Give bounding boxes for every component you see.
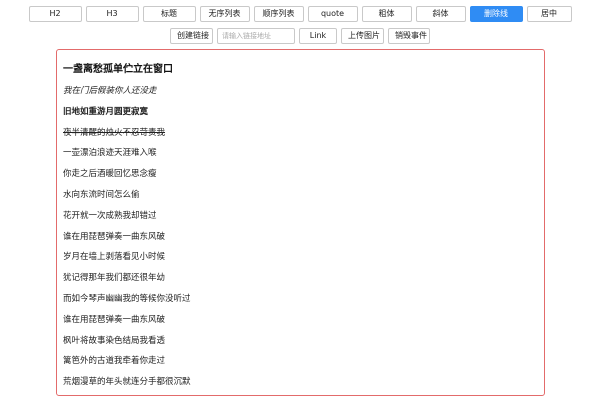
- editor-italic-line: 我在门后假装你人还没走: [63, 86, 157, 96]
- editor-line: 枫叶将故事染色结局我看透: [63, 335, 166, 346]
- title-button[interactable]: 标题: [142, 6, 196, 22]
- editor-strikethrough-line: 夜半清醒的烛火不忍苛责我: [63, 127, 166, 138]
- editor-heading: 一盏离愁孤单伫立在窗口: [63, 64, 173, 75]
- editor-line: 花开就一次成熟我却错过: [63, 210, 157, 221]
- quote-button[interactable]: quote: [307, 6, 358, 22]
- editor-line: 荒烟漫草的年头就连分手都很沉默: [63, 377, 191, 388]
- toolbar-row-formatting: H2 H3 标题 无序列表 顺序列表 quote 粗体 斜体 删除线 居中: [0, 6, 600, 22]
- editor-line: 一壶漂泊浪迹天涯难入喉: [63, 148, 157, 159]
- editor-line: 你走之后酒暖回忆思念瘦: [63, 169, 157, 180]
- editor-line: 而如今琴声幽幽我的等候你没听过: [63, 293, 191, 304]
- center-align-button[interactable]: 居中: [526, 6, 572, 22]
- editor-bold-line: 旧地如重游月圆更寂寞: [63, 106, 149, 117]
- editor-line: 水向东流时间怎么偷: [63, 189, 140, 200]
- rich-text-editor[interactable]: 一盏离愁孤单伫立在窗口 我在门后假装你人还没走 旧地如重游月圆更寂寞 夜半清醒的…: [56, 49, 545, 396]
- editor-line: 谁在用琵琶弹奏一曲东风破: [63, 231, 166, 242]
- editor-line: 谁在用琵琶弹奏一曲东风破: [63, 314, 166, 325]
- destroy-event-button[interactable]: 销毁事件: [388, 28, 430, 44]
- bold-button[interactable]: 粗体: [361, 6, 412, 22]
- create-link-button[interactable]: 创建链接: [170, 28, 213, 44]
- upload-image-button[interactable]: 上传图片: [341, 28, 384, 44]
- italic-button[interactable]: 斜体: [415, 6, 466, 22]
- editor-line: 岁月在墙上剥落看见小时候: [63, 252, 166, 263]
- editor-line: 犹记得那年我们都还很年幼: [63, 273, 166, 284]
- h2-button[interactable]: H2: [28, 6, 82, 22]
- unordered-list-button[interactable]: 无序列表: [199, 6, 250, 22]
- strikethrough-button[interactable]: 删除线: [469, 6, 523, 22]
- toolbar-row-actions: 创建链接 Link 上传图片 销毁事件: [0, 28, 600, 44]
- ordered-list-button[interactable]: 顺序列表: [253, 6, 304, 22]
- link-button[interactable]: Link: [299, 28, 337, 44]
- h3-button[interactable]: H3: [85, 6, 139, 22]
- link-url-input[interactable]: [217, 28, 295, 44]
- editor-line: 篱笆外的古道我牵着你走过: [63, 356, 166, 367]
